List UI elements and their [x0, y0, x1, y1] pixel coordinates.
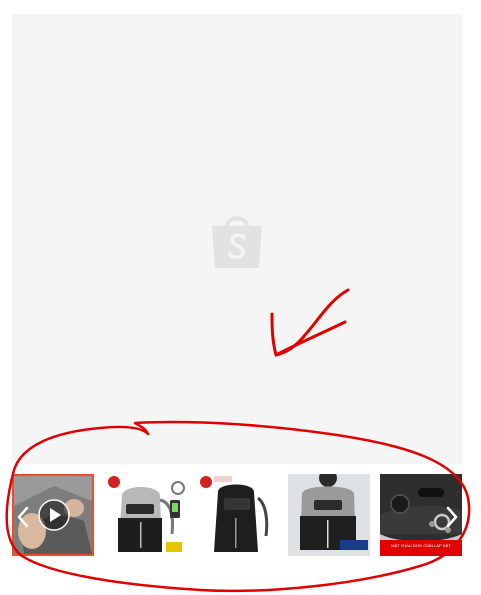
worn-backpack-image	[288, 474, 370, 556]
main-product-image[interactable]	[12, 14, 462, 464]
thumb-backpack-black[interactable]	[196, 474, 278, 556]
gray-backpack-image	[104, 474, 186, 556]
black-backpack-image	[196, 474, 278, 556]
shopee-bag-logo-icon	[212, 216, 262, 268]
chevron-left-icon[interactable]	[13, 503, 33, 531]
thumbnail-carousel: MẬT KHẨU ĐƠN GIẢN LẮP ĐẶT	[12, 474, 462, 556]
thumb-backpack-gray[interactable]	[104, 474, 186, 556]
chevron-right-icon[interactable]	[442, 503, 462, 531]
play-icon[interactable]	[37, 498, 71, 532]
thumb-caption: MẬT KHẨU ĐƠN GIẢN LẮP ĐẶT	[382, 543, 460, 548]
thumb-backpack-worn[interactable]	[288, 474, 370, 556]
